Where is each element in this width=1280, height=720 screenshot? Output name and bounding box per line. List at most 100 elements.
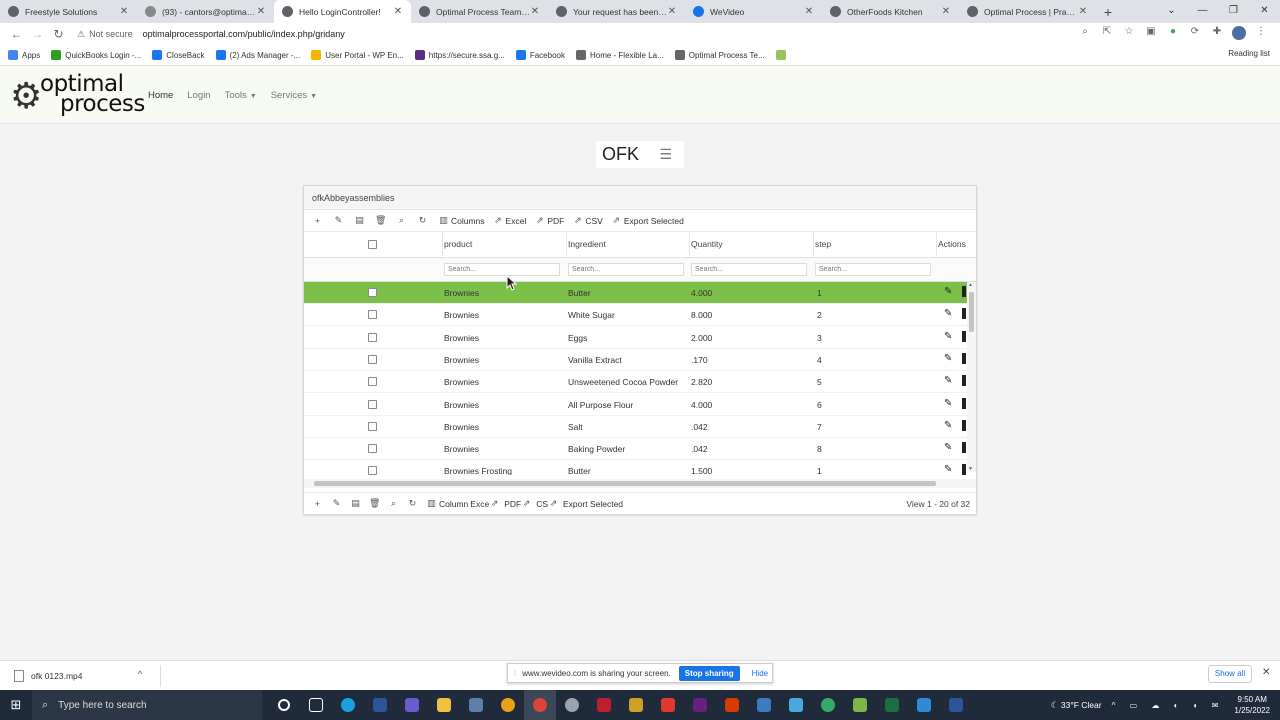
row-checkbox[interactable] xyxy=(368,288,377,297)
bookmark-item[interactable]: QuickBooks Login -... xyxy=(51,50,141,60)
tab-close-icon[interactable]: ✕ xyxy=(1078,6,1088,17)
show-all-downloads-button[interactable]: Show all xyxy=(1208,665,1252,683)
table-row[interactable]: Brownies Vanilla Extract .170 4 ✎ xyxy=(304,349,968,371)
app-icon[interactable] xyxy=(812,690,844,720)
app-icon[interactable] xyxy=(844,690,876,720)
optimal-process-logo[interactable]: ⚙ optimal process xyxy=(10,73,146,118)
row-checkbox[interactable] xyxy=(368,354,377,364)
table-row[interactable]: Brownies Butter 4.000 1 ✎ xyxy=(304,282,968,304)
bookmark-item[interactable]: CloseBack xyxy=(152,50,205,60)
tab-close-icon[interactable]: ✕ xyxy=(530,6,540,17)
delete-icon[interactable] xyxy=(962,442,966,454)
download-item[interactable]: ofk 0123.mp4 xyxy=(14,670,83,682)
export-selected-button[interactable]: ⇗ Export Selected xyxy=(611,215,684,226)
filter-ingredient-input[interactable] xyxy=(568,263,684,276)
clock[interactable]: 9:50 AM 1/25/2022 xyxy=(1234,694,1270,716)
select-all-checkbox[interactable] xyxy=(368,240,377,249)
browser-tab[interactable]: Optimal Process Team Sha ✕ xyxy=(411,0,548,23)
nav-home[interactable]: Home xyxy=(148,90,173,101)
edit-row-button[interactable]: ✎ xyxy=(333,215,346,226)
reload-icon[interactable]: ↻ xyxy=(48,27,69,41)
tab-close-icon[interactable]: ✕ xyxy=(393,6,403,17)
file-explorer-icon[interactable] xyxy=(428,690,460,720)
taskbar-search[interactable]: ⌕ Type here to search xyxy=(32,690,262,720)
nav-login[interactable]: Login xyxy=(187,90,210,101)
filter-quantity-input[interactable] xyxy=(691,263,807,276)
extensions-puzzle-icon[interactable]: ✚ xyxy=(1208,26,1226,43)
word-icon[interactable] xyxy=(940,690,972,720)
tab-close-icon[interactable]: ✕ xyxy=(804,6,814,17)
view-row-button[interactable]: ▤ xyxy=(350,498,363,509)
delete-icon[interactable] xyxy=(962,419,966,431)
bookmark-item[interactable] xyxy=(775,50,790,60)
edit-row-button[interactable]: ✎ xyxy=(331,498,344,509)
row-checkbox[interactable] xyxy=(368,310,377,320)
weather-widget[interactable]: ☾ 33°F Clear xyxy=(1051,700,1102,711)
add-row-button[interactable]: + xyxy=(312,216,325,226)
cortana-icon[interactable] xyxy=(268,690,300,720)
delete-icon[interactable] xyxy=(962,397,966,409)
pdf-export-button[interactable]: PDF ⇗ xyxy=(504,498,534,509)
url-text[interactable]: optimalprocessportal.com/public/index.ph… xyxy=(143,29,345,39)
omnibox[interactable]: ⚠ Not secure optimalprocessportal.com/pu… xyxy=(77,25,1076,43)
app-icon[interactable] xyxy=(492,690,524,720)
windows-start-icon[interactable]: ⊞ xyxy=(0,690,32,720)
tab-search-icon[interactable]: ⌄ xyxy=(1156,0,1187,23)
horizontal-scroll-thumb[interactable] xyxy=(314,481,936,486)
bookmark-item[interactable]: Optimal Process Te... xyxy=(674,50,765,60)
scroll-up-icon[interactable]: ▲ xyxy=(968,282,973,288)
bookmark-item[interactable]: Facebook xyxy=(515,50,565,60)
app-icon[interactable] xyxy=(908,690,940,720)
chevron-up-icon[interactable]: ^ xyxy=(138,669,142,679)
row-checkbox[interactable] xyxy=(368,399,377,409)
extension-green-icon[interactable]: ● xyxy=(1164,26,1182,43)
bookmark-item[interactable]: Apps xyxy=(8,50,40,60)
table-row[interactable]: Brownies Baking Powder .042 8 ✎ xyxy=(304,438,968,461)
vertical-scrollbar[interactable]: ▲ ▼ xyxy=(967,282,976,472)
new-tab-button[interactable]: + xyxy=(1096,0,1120,23)
warning-icon[interactable]: ⚠ xyxy=(77,29,85,40)
search-button[interactable]: ⌕ xyxy=(388,498,401,509)
bookmark-item[interactable]: https://secure.ssa.g... xyxy=(414,50,505,60)
close-window-button[interactable]: ✕ xyxy=(1249,0,1280,23)
add-row-button[interactable]: + xyxy=(312,499,325,509)
profile-avatar[interactable] xyxy=(1230,25,1248,43)
reading-list[interactable]: Reading list xyxy=(1228,49,1270,58)
horizontal-scrollbar[interactable] xyxy=(304,479,976,488)
delete-icon[interactable] xyxy=(962,464,966,475)
delete-icon[interactable] xyxy=(962,286,966,297)
row-checkbox[interactable] xyxy=(368,466,377,475)
edit-pencil-icon[interactable]: ✎ xyxy=(944,353,952,364)
tab-close-icon[interactable]: ✕ xyxy=(941,6,951,17)
tray-icons[interactable]: ^ ▭ ☁ ◐ ◖ ✉ xyxy=(1112,701,1225,710)
app-icon[interactable] xyxy=(620,690,652,720)
refresh-button[interactable]: ↻ xyxy=(407,498,420,509)
edit-pencil-icon[interactable]: ✎ xyxy=(944,464,952,475)
csv-export-button[interactable]: CS ⇗ xyxy=(536,498,561,509)
edit-pencil-icon[interactable]: ✎ xyxy=(944,308,952,319)
delete-icon[interactable] xyxy=(962,308,966,320)
stop-sharing-button[interactable]: Stop sharing xyxy=(678,665,740,681)
edit-pencil-icon[interactable]: ✎ xyxy=(944,442,952,453)
csv-export-button[interactable]: ⇗ CSV xyxy=(572,215,603,226)
table-row[interactable]: Brownies Eggs 2.000 3 ✎ xyxy=(304,327,968,349)
search-button[interactable]: ⌕ xyxy=(396,215,409,226)
task-view-icon[interactable] xyxy=(300,690,332,720)
minimize-button[interactable]: — xyxy=(1187,0,1218,23)
share-icon[interactable]: ⇱ xyxy=(1098,26,1116,43)
bookmark-item[interactable]: User Portal - WP En... xyxy=(311,50,404,60)
tab-close-icon[interactable]: ✕ xyxy=(667,6,677,17)
browser-tab[interactable]: OtherFoods Kitchen ✕ xyxy=(822,0,959,23)
sync-icon[interactable]: ⟳ xyxy=(1186,26,1204,43)
bookmark-star-icon[interactable]: ☆ xyxy=(1120,26,1138,43)
edit-pencil-icon[interactable]: ✎ xyxy=(944,375,952,386)
columns-button[interactable]: ▥ Columns xyxy=(438,215,484,226)
acrobat-icon[interactable] xyxy=(652,690,684,720)
excel-icon[interactable] xyxy=(876,690,908,720)
table-row[interactable]: Brownies All Purpose Flour 4.000 6 ✎ xyxy=(304,394,968,416)
hide-sharing-button[interactable]: Hide xyxy=(752,669,768,678)
columns-button[interactable]: ▥ Column xyxy=(426,498,468,509)
tab-close-icon[interactable]: ✕ xyxy=(256,6,266,17)
excel-export-button[interactable]: Exce ⇗ xyxy=(470,498,502,509)
view-row-button[interactable]: ▤ xyxy=(354,215,367,226)
